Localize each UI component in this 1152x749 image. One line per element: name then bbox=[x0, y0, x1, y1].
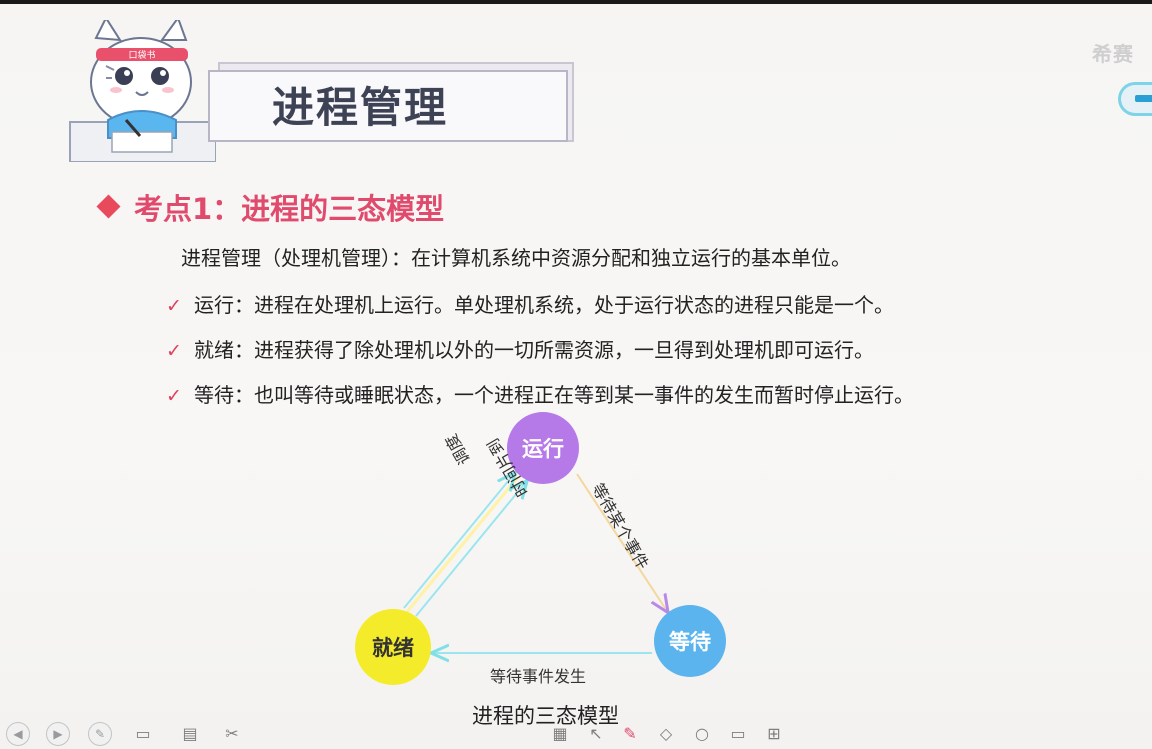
mascot-headband-text: 口袋书 bbox=[128, 49, 155, 61]
transition-event-occurs-label: 等待事件发生 bbox=[490, 667, 587, 686]
state-ready-node: 就绪 bbox=[355, 609, 431, 685]
bullet-waiting: ✓ 等待：也叫等待或睡眠状态，一个进程正在等到某一事件的发生而暂时停止运行。 bbox=[166, 379, 914, 408]
comment-icon[interactable]: ▭ bbox=[728, 723, 748, 743]
page-icon[interactable]: ▭ bbox=[133, 723, 153, 743]
page-title: 进程管理 bbox=[272, 83, 449, 132]
bullet-waiting-text: 等待：也叫等待或睡眠状态，一个进程正在等到某一事件的发生而暂时停止运行。 bbox=[194, 383, 914, 407]
presentation-toolbar: ◀ ▶ ✎ ▭ ▤ ✂ ▦ ↖ ✎ ◇ ○ ▭ ⊞ bbox=[0, 718, 1152, 749]
grid-icon[interactable]: ▦ bbox=[550, 723, 570, 743]
check-icon: ✓ bbox=[166, 295, 182, 317]
state-waiting-node: 等待 bbox=[654, 605, 726, 677]
magnifier-icon[interactable]: ○ bbox=[692, 723, 712, 743]
watermark: 希赛 bbox=[1092, 42, 1134, 66]
cursor-icon[interactable]: ↖ bbox=[586, 723, 606, 743]
bullet-running: ✓ 运行：进程在处理机上运行。单处理机系统，处于运行状态的进程只能是一个。 bbox=[166, 289, 894, 318]
side-logo-icon bbox=[1118, 82, 1152, 116]
check-icon: ✓ bbox=[166, 340, 182, 362]
definition-text: 进程管理（处理机管理）：在计算机系统中资源分配和独立运行的基本单位。 bbox=[181, 246, 851, 270]
section-heading: 考点1：进程的三态模型 bbox=[134, 192, 445, 226]
extra-tool-icon[interactable]: ✂ bbox=[222, 723, 242, 743]
bullet-running-text: 运行：进程在处理机上运行。单处理机系统，处于运行状态的进程只能是一个。 bbox=[194, 293, 894, 317]
next-slide-button[interactable]: ▶ bbox=[46, 722, 70, 746]
eraser-icon[interactable]: ◇ bbox=[656, 723, 676, 743]
pen-tool-button[interactable]: ✎ bbox=[88, 722, 112, 746]
highlighter-icon[interactable]: ✎ bbox=[620, 723, 640, 743]
check-icon: ✓ bbox=[166, 385, 182, 407]
bullet-ready-text: 就绪：进程获得了除处理机以外的一切所需资源，一旦得到处理机即可运行。 bbox=[194, 338, 874, 362]
prev-slide-button[interactable]: ◀ bbox=[6, 722, 30, 746]
board-icon[interactable]: ⊞ bbox=[764, 723, 784, 743]
layout-icon[interactable]: ▤ bbox=[180, 723, 200, 743]
cat-mascot-icon: 口袋书 bbox=[69, 20, 216, 162]
bullet-ready: ✓ 就绪：进程获得了除处理机以外的一切所需资源，一旦得到处理机即可运行。 bbox=[166, 334, 874, 363]
